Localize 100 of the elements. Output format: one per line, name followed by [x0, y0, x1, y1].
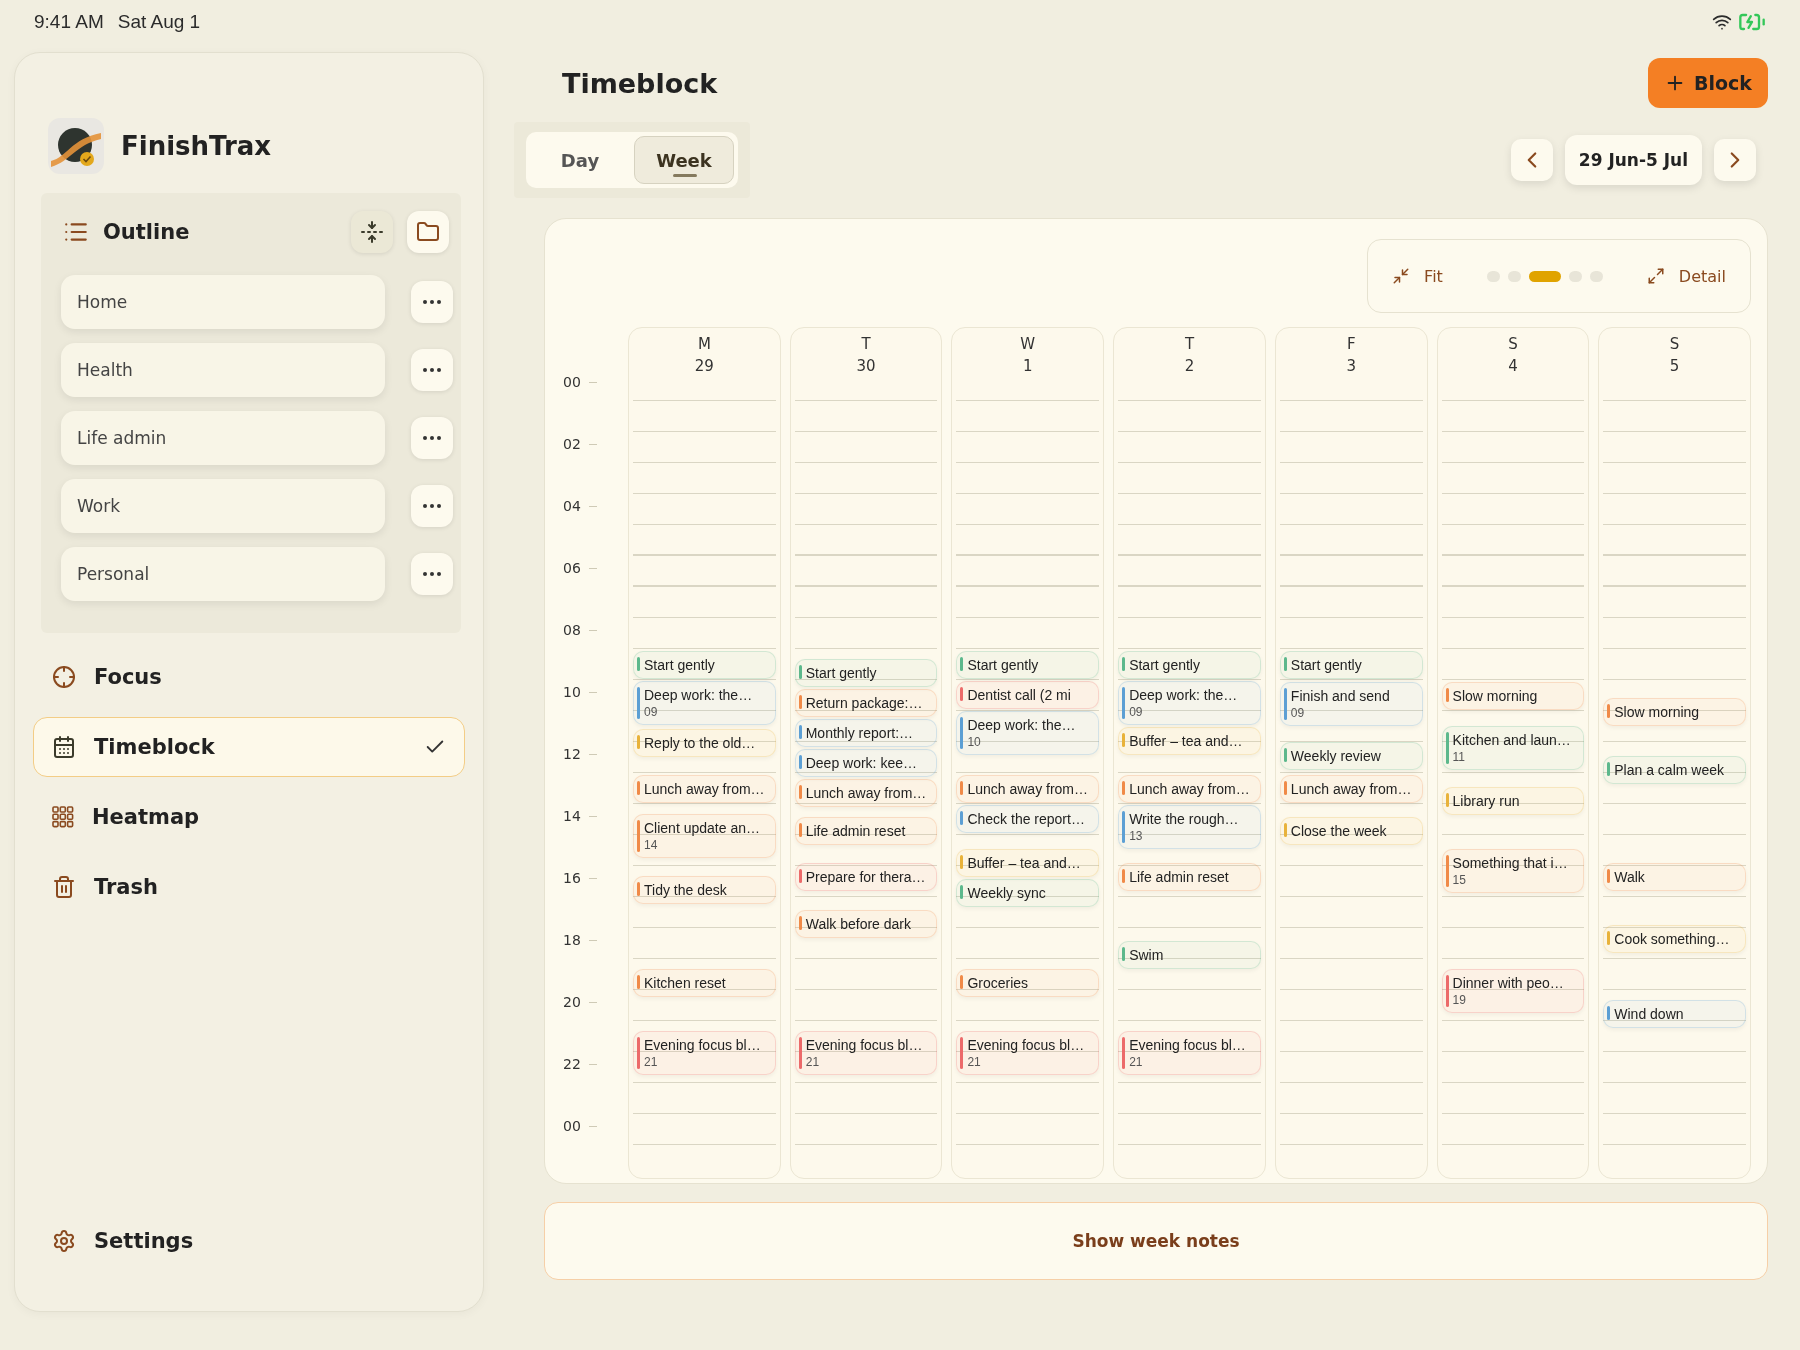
event-card[interactable]: Library run	[1441, 787, 1585, 816]
event-card[interactable]: Close the week	[1279, 816, 1423, 845]
fit-button[interactable]: Fit	[1388, 266, 1447, 286]
event-title: Close the week	[1290, 821, 1387, 840]
event-card[interactable]: Evening focus bl… 21	[633, 1030, 776, 1075]
hour-label: 06	[563, 559, 581, 577]
event-card[interactable]: Cook something…	[1603, 925, 1746, 954]
event-card[interactable]: Start gently	[794, 658, 938, 687]
event-card[interactable]: Wind down	[1603, 999, 1746, 1028]
event-card[interactable]: Evening focus bl… 21	[794, 1030, 938, 1075]
event-title: Lunch away from…	[805, 783, 927, 802]
more-button[interactable]	[411, 281, 453, 323]
event-card[interactable]: Swim	[1118, 940, 1261, 969]
weekday-label: S	[1508, 336, 1518, 352]
more-button[interactable]	[411, 485, 453, 527]
outline-item[interactable]: Personal	[61, 547, 385, 601]
event-card[interactable]: Prepare for thera…	[794, 863, 938, 892]
event-card[interactable]: Deep work: kee…	[794, 748, 938, 777]
event-card[interactable]: Lunch away from…	[794, 778, 938, 807]
trash-icon	[52, 875, 76, 899]
event-card[interactable]: Slow morning	[1603, 697, 1746, 726]
nav-item[interactable]: Focus	[33, 647, 465, 707]
event-card[interactable]: Return package:…	[794, 688, 938, 717]
event-card[interactable]: Groceries	[956, 968, 1100, 997]
event-card[interactable]: Start gently	[1118, 651, 1261, 679]
event-title: Tidy the desk	[644, 880, 727, 899]
next-button[interactable]	[1714, 139, 1756, 181]
event-card[interactable]: Start gently	[1279, 651, 1423, 679]
event-title: Start gently	[967, 656, 1039, 674]
event-card[interactable]: Deep work: the… 10	[956, 711, 1100, 755]
event-card[interactable]: Lunch away from…	[1279, 775, 1423, 803]
previous-button[interactable]	[1510, 139, 1553, 181]
collapse-button[interactable]	[351, 211, 393, 253]
page-title: Timeblock	[562, 67, 718, 99]
outline-item[interactable]: Home	[61, 275, 385, 329]
event-card[interactable]: Lunch away from…	[956, 775, 1100, 803]
event-card[interactable]: Deep work: the… 09	[1118, 681, 1261, 725]
event-card[interactable]: Walk	[1603, 863, 1746, 892]
status-time: 9:41 AM	[34, 11, 104, 33]
event-card[interactable]: Something that i… 15	[1441, 849, 1585, 894]
event-title: Slow morning	[1452, 687, 1538, 705]
weekday-label: W	[1020, 336, 1036, 352]
event-card[interactable]: Tidy the desk	[633, 875, 776, 904]
event-title: Library run	[1452, 792, 1520, 811]
event-card[interactable]: Evening focus bl… 21	[956, 1030, 1100, 1075]
nav-item[interactable]: Heatmap	[33, 787, 465, 847]
event-title: Start gently	[1290, 656, 1362, 674]
folder-button[interactable]	[407, 211, 449, 253]
app-name: FinishTrax	[121, 131, 272, 161]
view-tab[interactable]: Week	[634, 136, 734, 184]
event-title: Buffer – tea and…	[967, 854, 1081, 873]
event-card[interactable]: Buffer – tea and…	[1118, 727, 1261, 755]
add-block-button[interactable]: Block	[1648, 58, 1768, 108]
event-title: Evening focus bl…	[1129, 1035, 1246, 1054]
event-card[interactable]: Buffer – tea and…	[956, 849, 1100, 878]
more-button[interactable]	[411, 349, 453, 391]
event-card[interactable]: Kitchen and laun… 11	[1441, 726, 1585, 770]
event-card[interactable]: Lunch away from…	[633, 775, 776, 803]
hour-label: 10	[563, 683, 581, 701]
event-card[interactable]: Walk before dark	[794, 909, 938, 938]
event-card[interactable]: Write the rough… 13	[1118, 805, 1261, 849]
weekday-label: S	[1669, 336, 1680, 352]
event-card[interactable]: Lunch away from…	[1118, 775, 1261, 803]
event-card[interactable]: Dinner with peo… 19	[1441, 968, 1585, 1013]
more-icon	[423, 504, 441, 508]
outline-item[interactable]: Life admin	[61, 411, 385, 465]
nav-item[interactable]: Trash	[33, 857, 465, 917]
event-card[interactable]: Start gently	[633, 651, 776, 679]
event-card[interactable]: Client update an… 14	[633, 813, 776, 858]
event-card[interactable]: Evening focus bl… 21	[1118, 1030, 1261, 1075]
hour-label: 00	[563, 1117, 581, 1135]
event-card[interactable]: Reply to the old…	[633, 728, 776, 757]
outline-item[interactable]: Health	[61, 343, 385, 397]
event-card[interactable]: Deep work: the… 09	[633, 681, 776, 725]
event-card[interactable]: Finish and send 09	[1279, 682, 1423, 726]
more-button[interactable]	[411, 417, 453, 459]
outline-item[interactable]: Work	[61, 479, 385, 533]
event-card[interactable]: Life admin reset	[1118, 863, 1261, 892]
hour-label: 08	[563, 621, 581, 639]
shrink-icon	[1392, 267, 1411, 285]
event-title: Lunch away from…	[644, 780, 765, 798]
event-card[interactable]: Plan a calm week	[1603, 756, 1746, 785]
more-button[interactable]	[411, 553, 453, 595]
event-card[interactable]: Slow morning	[1441, 682, 1585, 710]
view-tab[interactable]: Day	[530, 136, 630, 184]
event-card[interactable]: Start gently	[956, 651, 1100, 679]
event-card[interactable]: Weekly sync	[956, 879, 1100, 908]
event-card[interactable]: Check the report…	[956, 805, 1100, 833]
settings-item[interactable]: Settings	[33, 1211, 465, 1271]
event-card[interactable]: Monthly report:…	[794, 718, 938, 747]
event-card[interactable]: Weekly review	[1279, 741, 1423, 770]
event-card[interactable]: Life admin reset	[794, 816, 938, 845]
week-notes-button[interactable]: Show week notes	[544, 1202, 1768, 1280]
event-card[interactable]: Kitchen reset	[633, 968, 776, 997]
day-number: 30	[856, 358, 876, 374]
event-card[interactable]: Dentist call (2 mi	[956, 681, 1100, 709]
event-title: Weekly sync	[967, 884, 1046, 903]
event-hour: 14	[644, 837, 658, 852]
nav-item[interactable]: Timeblock	[33, 717, 465, 777]
detail-button[interactable]: Detail	[1642, 266, 1730, 286]
